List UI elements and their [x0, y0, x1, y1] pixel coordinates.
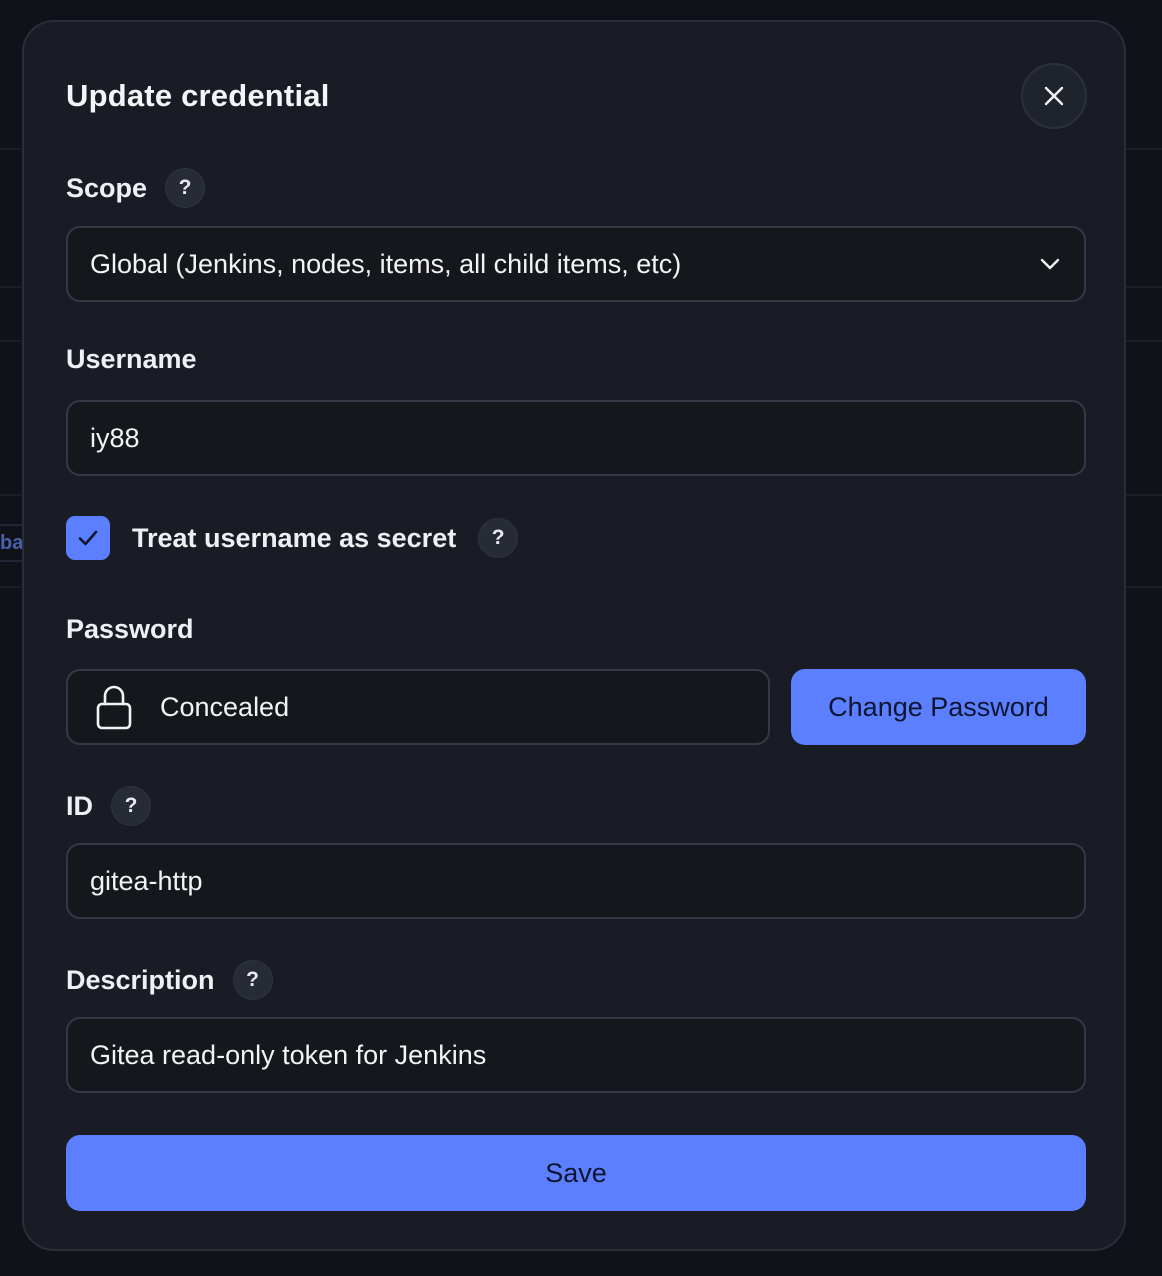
password-label-row: Password — [66, 614, 194, 645]
password-field: Concealed — [66, 669, 770, 745]
description-label: Description — [66, 964, 215, 995]
save-button[interactable]: Save — [66, 1135, 1086, 1211]
username-label-row: Username — [66, 344, 197, 375]
scope-select-value: Global (Jenkins, nodes, items, all child… — [90, 248, 682, 279]
scope-label: Scope — [66, 172, 148, 203]
description-input[interactable]: Gitea read-only token for Jenkins — [66, 1017, 1086, 1093]
treat-secret-checkbox[interactable] — [66, 516, 110, 560]
description-help-button[interactable]: ? — [232, 960, 273, 1000]
id-label-row: ID ? — [66, 786, 151, 826]
id-label: ID — [66, 790, 93, 821]
id-help-button[interactable]: ? — [111, 786, 151, 826]
dialog-title: Update credential — [66, 78, 330, 113]
password-label: Password — [66, 614, 194, 644]
close-icon — [1044, 86, 1064, 106]
username-input[interactable]: iy88 — [66, 400, 1086, 476]
password-concealed-text: Concealed — [160, 691, 290, 722]
scope-help-button[interactable]: ? — [165, 168, 206, 208]
id-value: gitea-http — [90, 865, 203, 896]
username-label: Username — [66, 344, 197, 374]
treat-secret-help-button[interactable]: ? — [478, 518, 519, 558]
scope-label-row: Scope ? — [66, 168, 206, 208]
id-input[interactable]: gitea-http — [66, 843, 1086, 919]
description-label-row: Description ? — [66, 960, 273, 1000]
treat-secret-label: Treat username as secret — [132, 522, 457, 553]
change-password-button[interactable]: Change Password — [791, 669, 1086, 745]
close-button[interactable] — [1021, 63, 1087, 129]
checkmark-icon — [78, 530, 98, 546]
username-value: iy88 — [90, 422, 140, 453]
update-credential-dialog: Update credential Scope ? Global (Jenkin… — [22, 20, 1126, 1251]
lock-icon — [96, 685, 132, 730]
description-value: Gitea read-only token for Jenkins — [90, 1039, 487, 1070]
scope-select[interactable]: Global (Jenkins, nodes, items, all child… — [66, 226, 1086, 302]
chevron-down-icon — [1040, 258, 1060, 270]
treat-secret-row: Treat username as secret ? — [66, 516, 519, 560]
